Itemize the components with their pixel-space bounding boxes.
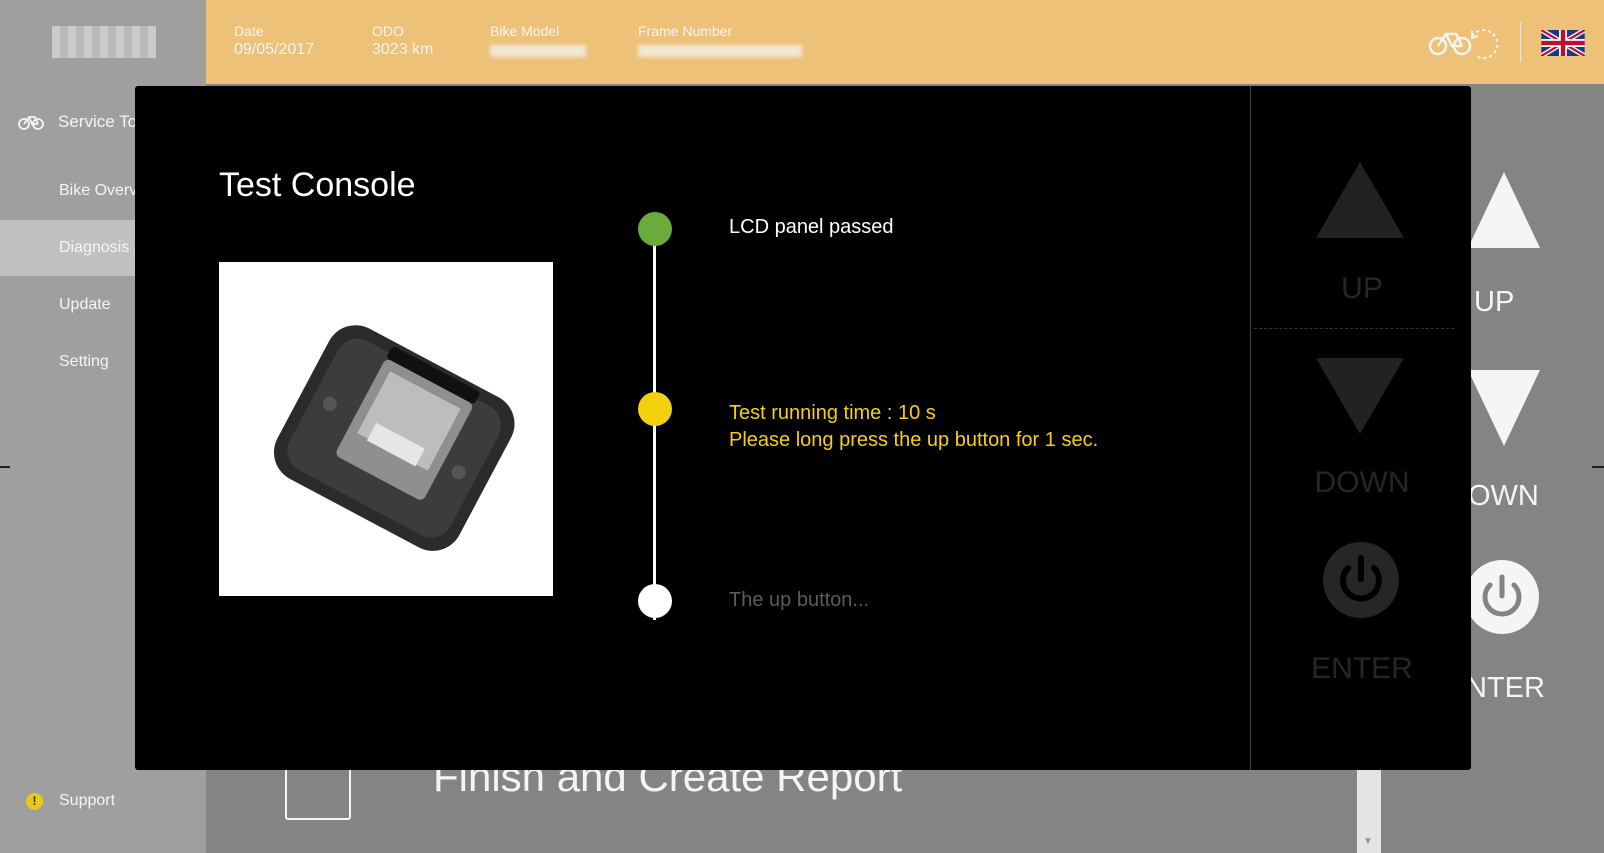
modal-down-arrow-icon[interactable] — [1316, 356, 1404, 436]
modal-up-label: UP — [1341, 272, 1383, 305]
step-instruction-text: Please long press the up button for 1 se… — [729, 429, 1099, 451]
modal-divider — [1250, 86, 1251, 770]
step-running-time-text: Test running time : 10 s — [729, 402, 936, 424]
modal-up-arrow-icon[interactable] — [1316, 160, 1404, 240]
modal-down-label: DOWN — [1314, 466, 1410, 499]
step-status-dot-pending — [638, 584, 672, 618]
modal-power-icon[interactable] — [1322, 541, 1400, 619]
modal-enter-label: ENTER — [1311, 652, 1413, 685]
modal-title: Test Console — [219, 166, 416, 204]
step-lcd-panel-text: LCD panel passed — [729, 216, 894, 238]
pad-separator — [1254, 328, 1454, 329]
step-status-dot-passed — [638, 212, 672, 246]
test-console-modal: Test Console LCD panel passed Test runni… — [135, 86, 1471, 770]
step-up-button-text: The up button... — [729, 589, 870, 611]
lcd-console-image — [219, 262, 553, 596]
step-status-dot-running — [638, 392, 672, 426]
progress-timeline — [653, 236, 656, 620]
